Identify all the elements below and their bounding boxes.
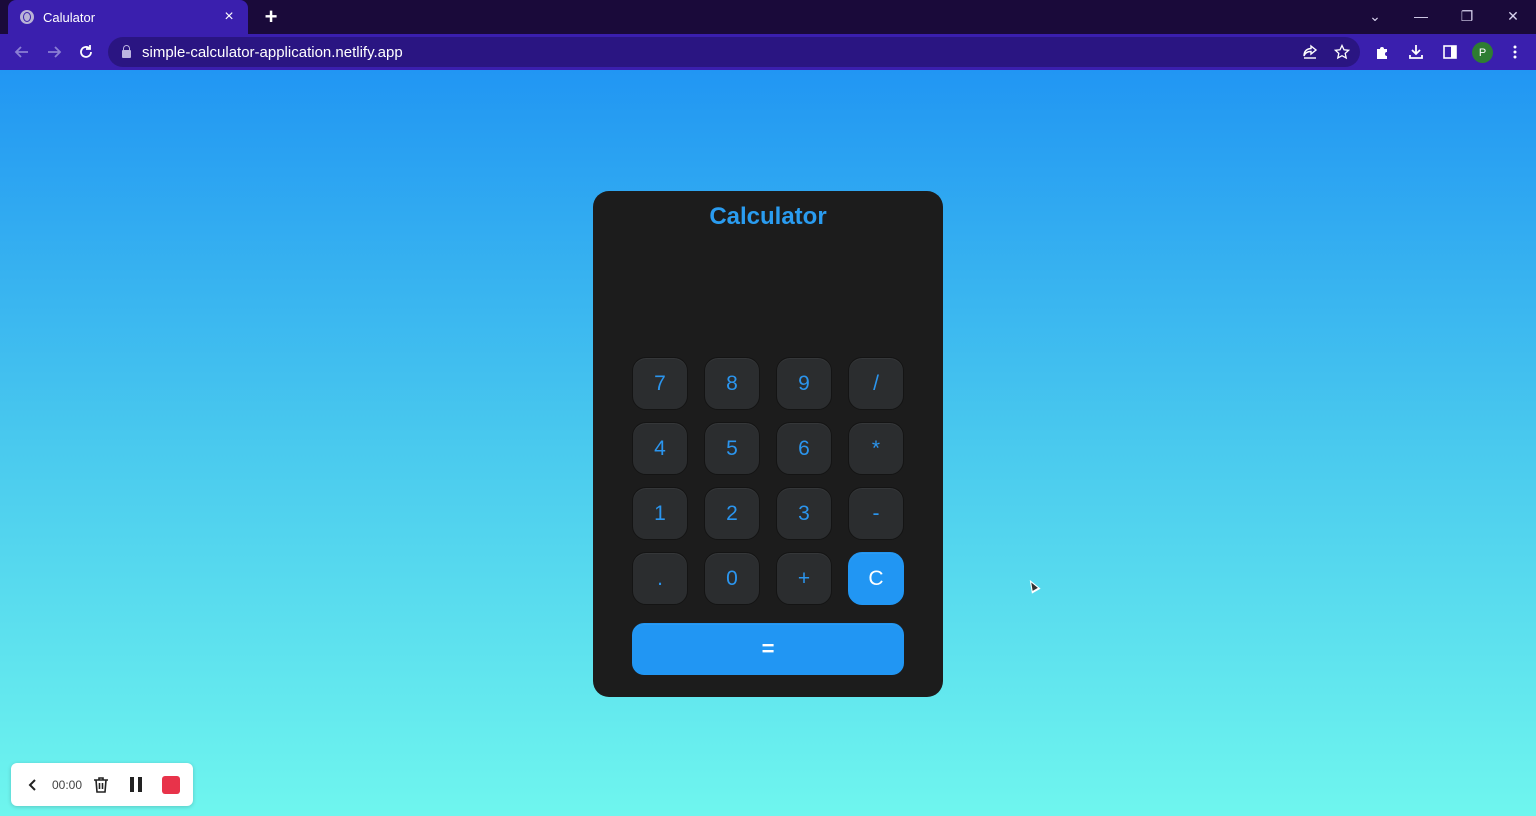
close-window-button[interactable]: ✕ bbox=[1490, 0, 1536, 32]
recorder-stop-button[interactable] bbox=[159, 763, 183, 806]
reload-icon bbox=[80, 45, 92, 58]
browser-menu-button[interactable] bbox=[1501, 38, 1529, 66]
arrow-right-icon bbox=[48, 46, 62, 58]
minimize-button[interactable]: — bbox=[1398, 0, 1444, 32]
stop-icon bbox=[162, 775, 180, 794]
key-9[interactable]: 9 bbox=[776, 357, 832, 410]
key-decimal[interactable]: . bbox=[632, 552, 688, 605]
back-button[interactable] bbox=[8, 38, 36, 66]
key-2[interactable]: 2 bbox=[704, 487, 760, 540]
extensions-button[interactable] bbox=[1368, 38, 1396, 66]
key-multiply[interactable]: * bbox=[848, 422, 904, 475]
page-viewport: Calculator 7 8 9 / 4 5 6 * 1 2 3 - . 0 +… bbox=[0, 70, 1536, 816]
downloads-button[interactable] bbox=[1402, 38, 1430, 66]
key-equals[interactable]: = bbox=[632, 623, 904, 675]
lock-icon bbox=[122, 45, 131, 58]
key-6[interactable]: 6 bbox=[776, 422, 832, 475]
key-divide[interactable]: / bbox=[848, 357, 904, 410]
title-bar: Calulator × + ⌄ — ❐ ✕ bbox=[0, 0, 1536, 34]
share-button[interactable] bbox=[1296, 38, 1324, 66]
key-clear[interactable]: C bbox=[848, 552, 904, 605]
bookmark-button[interactable] bbox=[1328, 38, 1356, 66]
url-text: simple-calculator-application.netlify.ap… bbox=[142, 43, 403, 61]
mouse-cursor bbox=[1025, 577, 1041, 594]
side-panel-icon bbox=[1443, 45, 1457, 59]
chevron-left-icon bbox=[28, 778, 36, 791]
calculator-title: Calculator bbox=[709, 203, 827, 230]
reload-button[interactable] bbox=[72, 38, 100, 66]
recorder-timer: 00:00 bbox=[51, 777, 83, 792]
kebab-menu-icon bbox=[1513, 45, 1517, 59]
side-panel-button[interactable] bbox=[1436, 38, 1464, 66]
arrow-left-icon bbox=[14, 46, 28, 58]
key-subtract[interactable]: - bbox=[848, 487, 904, 540]
recorder-delete-button[interactable] bbox=[89, 763, 113, 806]
recorder-collapse-button[interactable] bbox=[21, 763, 45, 806]
globe-icon bbox=[20, 10, 34, 24]
address-bar[interactable]: simple-calculator-application.netlify.ap… bbox=[108, 37, 1360, 67]
forward-button[interactable] bbox=[40, 38, 68, 66]
tab-close-button[interactable]: × bbox=[220, 8, 238, 26]
tab-title: Calulator bbox=[43, 9, 96, 25]
tab-search-button[interactable]: ⌄ bbox=[1352, 0, 1398, 32]
key-8[interactable]: 8 bbox=[704, 357, 760, 410]
share-icon bbox=[1303, 44, 1318, 59]
browser-tab[interactable]: Calulator × bbox=[8, 0, 248, 34]
download-icon bbox=[1409, 45, 1423, 59]
profile-avatar[interactable]: P bbox=[1472, 42, 1493, 63]
key-add[interactable]: + bbox=[776, 552, 832, 605]
key-1[interactable]: 1 bbox=[632, 487, 688, 540]
trash-icon bbox=[94, 776, 108, 793]
browser-toolbar: simple-calculator-application.netlify.ap… bbox=[0, 34, 1536, 70]
star-icon bbox=[1334, 44, 1350, 60]
puzzle-icon bbox=[1377, 47, 1387, 59]
key-3[interactable]: 3 bbox=[776, 487, 832, 540]
calculator-display bbox=[631, 251, 905, 347]
key-0[interactable]: 0 bbox=[704, 552, 760, 605]
key-7[interactable]: 7 bbox=[632, 357, 688, 410]
key-5[interactable]: 5 bbox=[704, 422, 760, 475]
pause-icon bbox=[130, 777, 142, 792]
new-tab-button[interactable]: + bbox=[258, 4, 284, 30]
key-4[interactable]: 4 bbox=[632, 422, 688, 475]
recorder-pause-button[interactable] bbox=[124, 763, 148, 806]
screen-recorder-widget: 00:00 bbox=[11, 763, 193, 806]
restore-button[interactable]: ❐ bbox=[1444, 0, 1490, 32]
calculator-card: Calculator 7 8 9 / 4 5 6 * 1 2 3 - . 0 +… bbox=[593, 191, 943, 697]
